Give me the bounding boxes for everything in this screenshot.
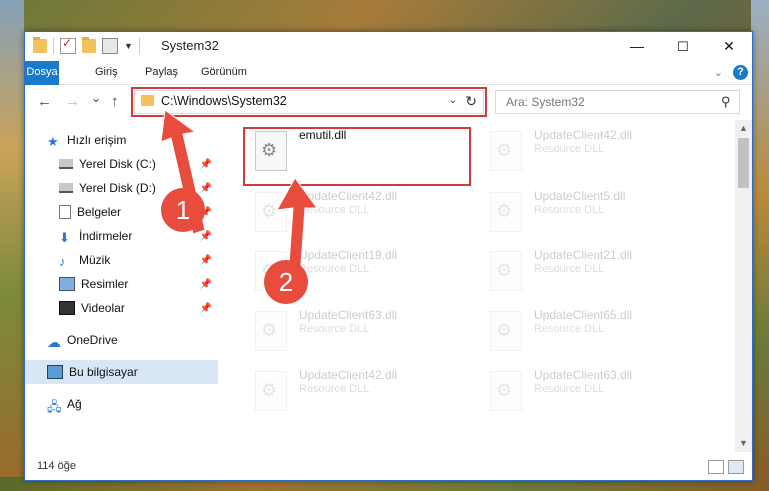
window-title: System32 (161, 38, 219, 53)
hard-drive-icon (59, 159, 73, 169)
pictures-icon (59, 277, 75, 291)
pin-icon: 📌 (199, 254, 212, 266)
toolbar-separator (138, 38, 140, 54)
forward-button[interactable]: → (65, 93, 80, 110)
hard-drive-icon (59, 183, 73, 193)
toolbar-separator (53, 38, 54, 54)
tab-home[interactable]: Giriş (83, 61, 130, 84)
item-count: 114 öğe (37, 460, 76, 472)
expand-ribbon-chevron-down-icon[interactable]: ⌄ (714, 66, 723, 79)
back-button[interactable]: ← (37, 93, 52, 110)
step-badge-1: 1 (161, 188, 205, 232)
music-note-icon: ♪ (59, 254, 66, 269)
sidebar-item-network[interactable]: 🖧 Ağ (25, 392, 218, 416)
customize-toolbar-chevron-down-icon[interactable]: ▼ (124, 41, 133, 51)
up-button[interactable]: ↑ (111, 93, 119, 110)
sidebar-item-music[interactable]: ♪ Müzik 📌 (25, 248, 218, 272)
file-explorer-window: ▼ System32 — ☐ ✕ Dosya Giriş Paylaş Görü… (24, 31, 753, 481)
star-icon: ★ (47, 134, 59, 149)
dll-file-icon (490, 311, 522, 351)
sidebar-item-onedrive[interactable]: ☁ OneDrive (25, 328, 218, 352)
help-icon[interactable]: ? (733, 65, 748, 80)
file-item[interactable]: UpdateClient5.dll Resource DLL (482, 184, 702, 239)
status-bar: 114 öğe (25, 453, 752, 480)
sidebar-item-this-pc[interactable]: Bu bilgisayar (25, 360, 218, 384)
desktop-background-left (0, 0, 24, 491)
recent-locations-button[interactable]: ⌄ (91, 91, 101, 105)
ribbon-right-controls: ⌄ ? (714, 65, 748, 80)
cloud-icon: ☁ (47, 334, 61, 350)
vertical-scrollbar[interactable]: ▲ ▼ (735, 120, 752, 452)
ribbon-tabs: Dosya Giriş Paylaş Görünüm ⌄ ? (25, 61, 752, 116)
close-button[interactable]: ✕ (706, 32, 752, 61)
search-icon[interactable]: ⚲ (721, 94, 731, 110)
search-box[interactable]: ⚲ (495, 90, 740, 114)
dll-file-icon (255, 371, 287, 411)
quick-access-toolbar: ▼ (33, 36, 140, 54)
network-icon: 🖧 (47, 399, 62, 414)
pin-icon: 📌 (199, 302, 212, 314)
scroll-down-icon[interactable]: ▼ (735, 435, 752, 452)
sidebar-item-pictures[interactable]: Resimler 📌 (25, 272, 218, 296)
desktop-background-right (751, 0, 769, 491)
scroll-thumb[interactable] (738, 138, 749, 188)
view-properties-icon[interactable] (102, 38, 118, 54)
file-item[interactable]: UpdateClient42.dll Resource DLL (482, 123, 702, 178)
file-item[interactable]: UpdateClient63.dll Resource DLL (482, 363, 702, 418)
computer-icon (47, 365, 63, 379)
scroll-up-icon[interactable]: ▲ (735, 120, 752, 137)
search-input[interactable] (504, 94, 708, 110)
dll-file-icon (490, 251, 522, 291)
dll-file-icon (490, 131, 522, 171)
title-bar: ▼ System32 — ☐ ✕ (25, 32, 752, 61)
document-icon (59, 205, 71, 219)
maximize-button[interactable]: ☐ (660, 32, 706, 61)
folder-icon (33, 37, 47, 53)
tab-view[interactable]: Görünüm (189, 61, 259, 84)
film-icon (59, 301, 75, 315)
file-item[interactable]: UpdateClient21.dll Resource DLL (482, 243, 702, 298)
dll-file-icon (490, 371, 522, 411)
new-folder-icon[interactable] (82, 37, 96, 53)
large-icons-view-icon[interactable] (728, 460, 744, 474)
file-item[interactable]: UpdateClient63.dll Resource DLL (247, 303, 467, 358)
file-item[interactable]: UpdateClient42.dll Resource DLL (247, 363, 467, 418)
minimize-button[interactable]: — (614, 32, 660, 61)
dll-file-icon (490, 192, 522, 232)
dll-file-icon (255, 311, 287, 351)
step-badge-2: 2 (264, 260, 308, 304)
download-arrow-icon: ⬇ (59, 230, 70, 245)
properties-check-icon[interactable] (60, 36, 76, 54)
pin-icon: 📌 (199, 278, 212, 290)
sidebar-item-videos[interactable]: Videolar 📌 (25, 296, 218, 320)
tab-share[interactable]: Paylaş (133, 61, 190, 84)
details-view-icon[interactable] (708, 460, 724, 474)
file-item[interactable]: UpdateClient65.dll Resource DLL (482, 303, 702, 358)
